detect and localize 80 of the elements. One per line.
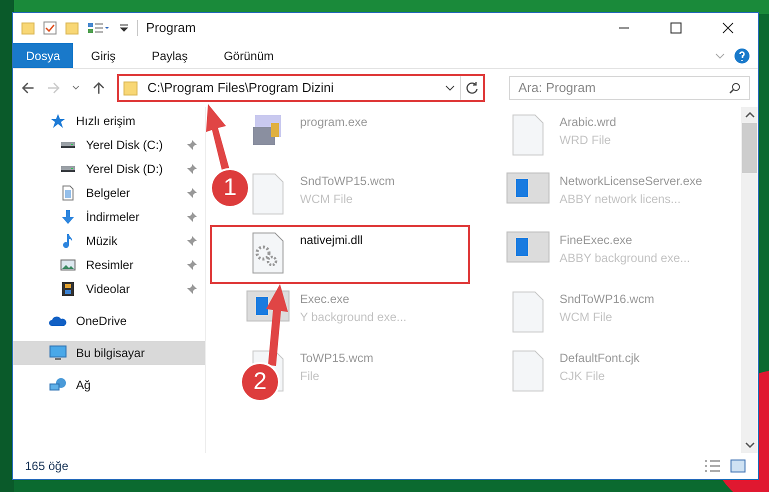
sidebar-label: Yerel Disk (C:): [86, 137, 164, 154]
help-icon[interactable]: [734, 48, 750, 64]
scrollbar[interactable]: [741, 107, 758, 453]
file-type: CJK File: [560, 368, 606, 385]
folder-icon: [21, 21, 35, 35]
sidebar-item[interactable]: Yerel Disk (C:): [13, 133, 205, 157]
address-path: C:\Program Files\Program Dizini: [147, 79, 335, 98]
sidebar-item[interactable]: Videolar: [13, 277, 205, 301]
scroll-up-icon[interactable]: [744, 111, 754, 119]
sidebar-item[interactable]: Belgeler: [13, 181, 205, 205]
sidebar-item[interactable]: Resimler: [13, 253, 205, 277]
sidebar-label: İndirmeler: [86, 209, 140, 226]
picture-icon: [60, 257, 76, 273]
sidebar-label: Resimler: [86, 257, 134, 274]
window-title: Program: [146, 19, 196, 38]
pin-icon[interactable]: [187, 212, 197, 222]
drive-icon: [61, 166, 75, 172]
film-icon: [60, 281, 76, 297]
large-icons-view-icon[interactable]: [730, 459, 746, 473]
computer-icon: [49, 345, 67, 361]
drive-icon: [61, 142, 75, 148]
back-icon[interactable]: [21, 81, 35, 95]
file-type: ABBY network licens...: [560, 191, 682, 208]
file-type: Y background exe...: [300, 309, 407, 326]
file-icon: [510, 349, 544, 393]
folder-icon: [123, 80, 140, 96]
ribbon-tab[interactable]: Görünüm: [206, 43, 292, 68]
sidebar-item[interactable]: Ağ: [13, 373, 205, 397]
file-icon: [510, 290, 544, 334]
sidebar-label: Videolar: [86, 281, 131, 298]
sidebar-item[interactable]: Hızlı erişim: [13, 109, 205, 133]
ribbon-tab[interactable]: Paylaş: [134, 43, 206, 68]
document-icon: [60, 185, 76, 201]
file-type: WRD File: [560, 132, 612, 149]
pin-icon[interactable]: [187, 188, 197, 198]
recent-locations-icon[interactable]: [72, 84, 80, 92]
gear-file-icon: [251, 231, 285, 275]
search-field[interactable]: Ara: Program: [509, 76, 750, 100]
scroll-down-icon[interactable]: [744, 441, 754, 449]
search-icon[interactable]: [729, 82, 741, 94]
up-icon[interactable]: [92, 81, 106, 95]
sidebar-item[interactable]: Bu bilgisayar: [13, 341, 205, 365]
network-icon: [49, 377, 67, 393]
details-view-icon[interactable]: [704, 459, 722, 473]
refresh-icon[interactable]: [465, 81, 480, 95]
application-window-icon: [506, 172, 550, 204]
pin-icon[interactable]: [187, 140, 197, 150]
sidebar-label: Belgeler: [86, 185, 132, 202]
scroll-thumb[interactable]: [742, 123, 757, 173]
sidebar-item[interactable]: İndirmeler: [13, 205, 205, 229]
download-icon: [60, 209, 76, 225]
ribbon-tab[interactable]: Giriş: [73, 43, 134, 68]
sidebar-label: Müzik: [86, 233, 118, 250]
sidebar-item[interactable]: Müzik: [13, 229, 205, 253]
sidebar-label: Bu bilgisayar: [76, 345, 146, 362]
pin-icon[interactable]: [187, 284, 197, 294]
sidebar-label: Yerel Disk (D:): [86, 161, 164, 178]
view-icon[interactable]: [87, 21, 111, 35]
pin-icon[interactable]: [187, 164, 197, 174]
pin-icon[interactable]: [187, 236, 197, 246]
file-name[interactable]: nativejmi.dll: [300, 231, 363, 249]
file-type: File: [300, 368, 320, 385]
file-icon: [510, 113, 544, 157]
sidebar-item[interactable]: OneDrive: [13, 309, 205, 333]
file-icon: [251, 172, 285, 216]
file-type: ABBY background exe...: [560, 250, 690, 267]
sidebar-item[interactable]: Yerel Disk (D:): [13, 157, 205, 181]
application-window-icon: [506, 231, 550, 263]
sidebar-label: Ağ: [76, 377, 92, 394]
item-count: 165 öğe: [25, 458, 68, 475]
sidebar-label: Hızlı erişim: [76, 113, 136, 130]
file-type: WCM File: [300, 191, 354, 208]
pin-icon[interactable]: [187, 260, 197, 270]
properties-icon[interactable]: [43, 21, 57, 35]
address-bar[interactable]: C:\Program Files\Program Dizini: [117, 74, 486, 102]
star-icon: [50, 113, 66, 129]
search-input[interactable]: Ara: Program: [518, 78, 729, 98]
ribbon-tab[interactable]: Dosya: [13, 43, 74, 68]
file-type: WCM File: [560, 309, 614, 326]
sidebar-label: OneDrive: [76, 313, 128, 330]
